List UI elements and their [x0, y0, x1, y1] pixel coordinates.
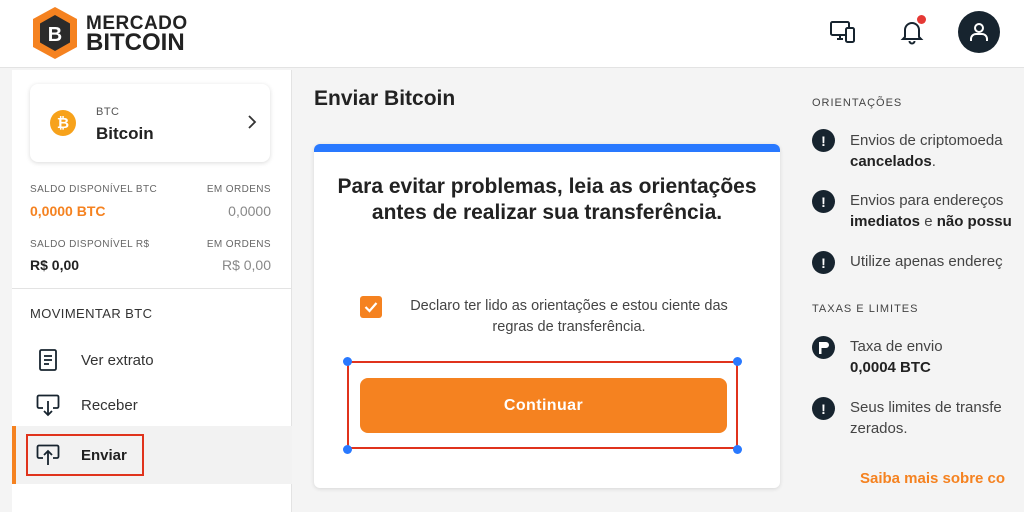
- coin-name: Bitcoin: [96, 124, 154, 143]
- chevron-right-icon: [246, 114, 258, 135]
- sidebar-item-label: Enviar: [81, 446, 127, 464]
- alert-icon: !: [812, 251, 835, 274]
- guideline-2: Envios para endereços imediatos e não po…: [850, 190, 1012, 232]
- guideline-2-bold1: imediatos: [850, 213, 921, 230]
- selection-handle: [343, 445, 352, 454]
- guideline-3: Utilize apenas endereç: [850, 253, 1003, 270]
- balance-brl-label: SALDO DISPONÍVEL R$: [30, 239, 150, 250]
- fee-value: 0,0004 BTC: [850, 359, 931, 376]
- orders-btc-label: EM ORDENS: [206, 184, 271, 195]
- sidebar-item-receber[interactable]: Receber: [12, 383, 292, 427]
- guideline-2-mid: e: [920, 213, 937, 230]
- coin-code: BTC: [96, 106, 120, 118]
- page-title: Enviar Bitcoin: [314, 87, 456, 110]
- limits-line2: zerados.: [850, 420, 908, 437]
- learn-more-link[interactable]: Saiba mais sobre co: [860, 470, 1005, 487]
- user-avatar[interactable]: [958, 11, 1000, 53]
- top-header: B MERCADO BITCOIN: [0, 0, 1024, 68]
- balance-brl-value: R$ 0,00: [30, 257, 80, 273]
- sidebar: ₿ BTC Bitcoin SALDO DISPONÍVEL BTC 0,000…: [12, 70, 292, 512]
- selection-handle: [733, 357, 742, 366]
- mercado-bitcoin-logo[interactable]: B MERCADO BITCOIN: [30, 5, 188, 61]
- guideline-1-bold: cancelados: [850, 153, 932, 170]
- sidebar-item-enviar[interactable]: Enviar: [12, 426, 292, 484]
- notification-dot: [917, 15, 926, 24]
- checkbox-label: Declaro ter lido as orientações e estou …: [410, 298, 728, 335]
- logo-mark: B: [48, 24, 62, 46]
- guideline-2-text: Envios para endereços: [850, 192, 1004, 209]
- alert-icon: !: [812, 397, 835, 420]
- user-icon: [970, 23, 988, 41]
- receive-icon: [35, 392, 61, 418]
- alert-icon: !: [812, 129, 835, 152]
- guideline-1-text: Envios de criptomoeda: [850, 132, 1003, 149]
- continue-button[interactable]: Continuar: [360, 378, 727, 433]
- logo-hex-icon: B: [30, 5, 80, 61]
- fee-icon: [812, 336, 835, 359]
- logo-line2: BITCOIN: [86, 29, 185, 56]
- bell-icon[interactable]: [897, 15, 927, 47]
- balance-btc-value: 0,0000 BTC: [30, 203, 106, 219]
- statement-icon: [35, 347, 61, 373]
- orders-brl-label: EM ORDENS: [206, 239, 271, 250]
- fees-title: TAXAS E LIMITES: [812, 303, 919, 315]
- check-icon: [364, 302, 378, 313]
- card-heading: Para evitar problemas, leia as orientaçõ…: [337, 175, 757, 224]
- alert-icon: !: [812, 190, 835, 213]
- limits-line1: Seus limites de transfe: [850, 399, 1002, 416]
- active-indicator: [12, 426, 16, 484]
- balance-btc-label: SALDO DISPONÍVEL BTC: [30, 184, 158, 195]
- coin-selector[interactable]: ₿ BTC Bitcoin: [30, 84, 270, 162]
- logo-text: MERCADO BITCOIN: [86, 14, 188, 56]
- bitcoin-icon: ₿: [50, 110, 76, 136]
- orders-brl-value: R$ 0,00: [221, 257, 271, 273]
- confirm-checkbox[interactable]: [360, 296, 382, 318]
- section-title: MOVIMENTAR BTC: [30, 306, 153, 321]
- sidebar-item-label: Receber: [81, 396, 138, 414]
- card-accent-bar: [314, 144, 780, 152]
- guideline-1: Envios de criptomoeda cancelados.: [850, 132, 1003, 170]
- sidebar-item-label: Ver extrato: [81, 351, 154, 369]
- sidebar-item-ver-extrato[interactable]: Ver extrato: [12, 338, 292, 382]
- guidelines-title: ORIENTAÇÕES: [812, 97, 903, 109]
- selection-handle: [733, 445, 742, 454]
- selection-handle: [343, 357, 352, 366]
- send-icon: [35, 442, 61, 468]
- fee-info: Taxa de envio 0,0004 BTC: [850, 336, 943, 378]
- guideline-2-bold2: não possu: [936, 213, 1012, 230]
- orders-btc-value: 0,0000: [228, 203, 271, 219]
- devices-icon[interactable]: [828, 17, 858, 47]
- sidebar-divider: [12, 288, 292, 289]
- limits-info: Seus limites de transfe zerados.: [850, 397, 1002, 439]
- fee-label: Taxa de envio: [850, 338, 943, 355]
- instructions-card: Para evitar problemas, leia as orientaçõ…: [314, 144, 780, 488]
